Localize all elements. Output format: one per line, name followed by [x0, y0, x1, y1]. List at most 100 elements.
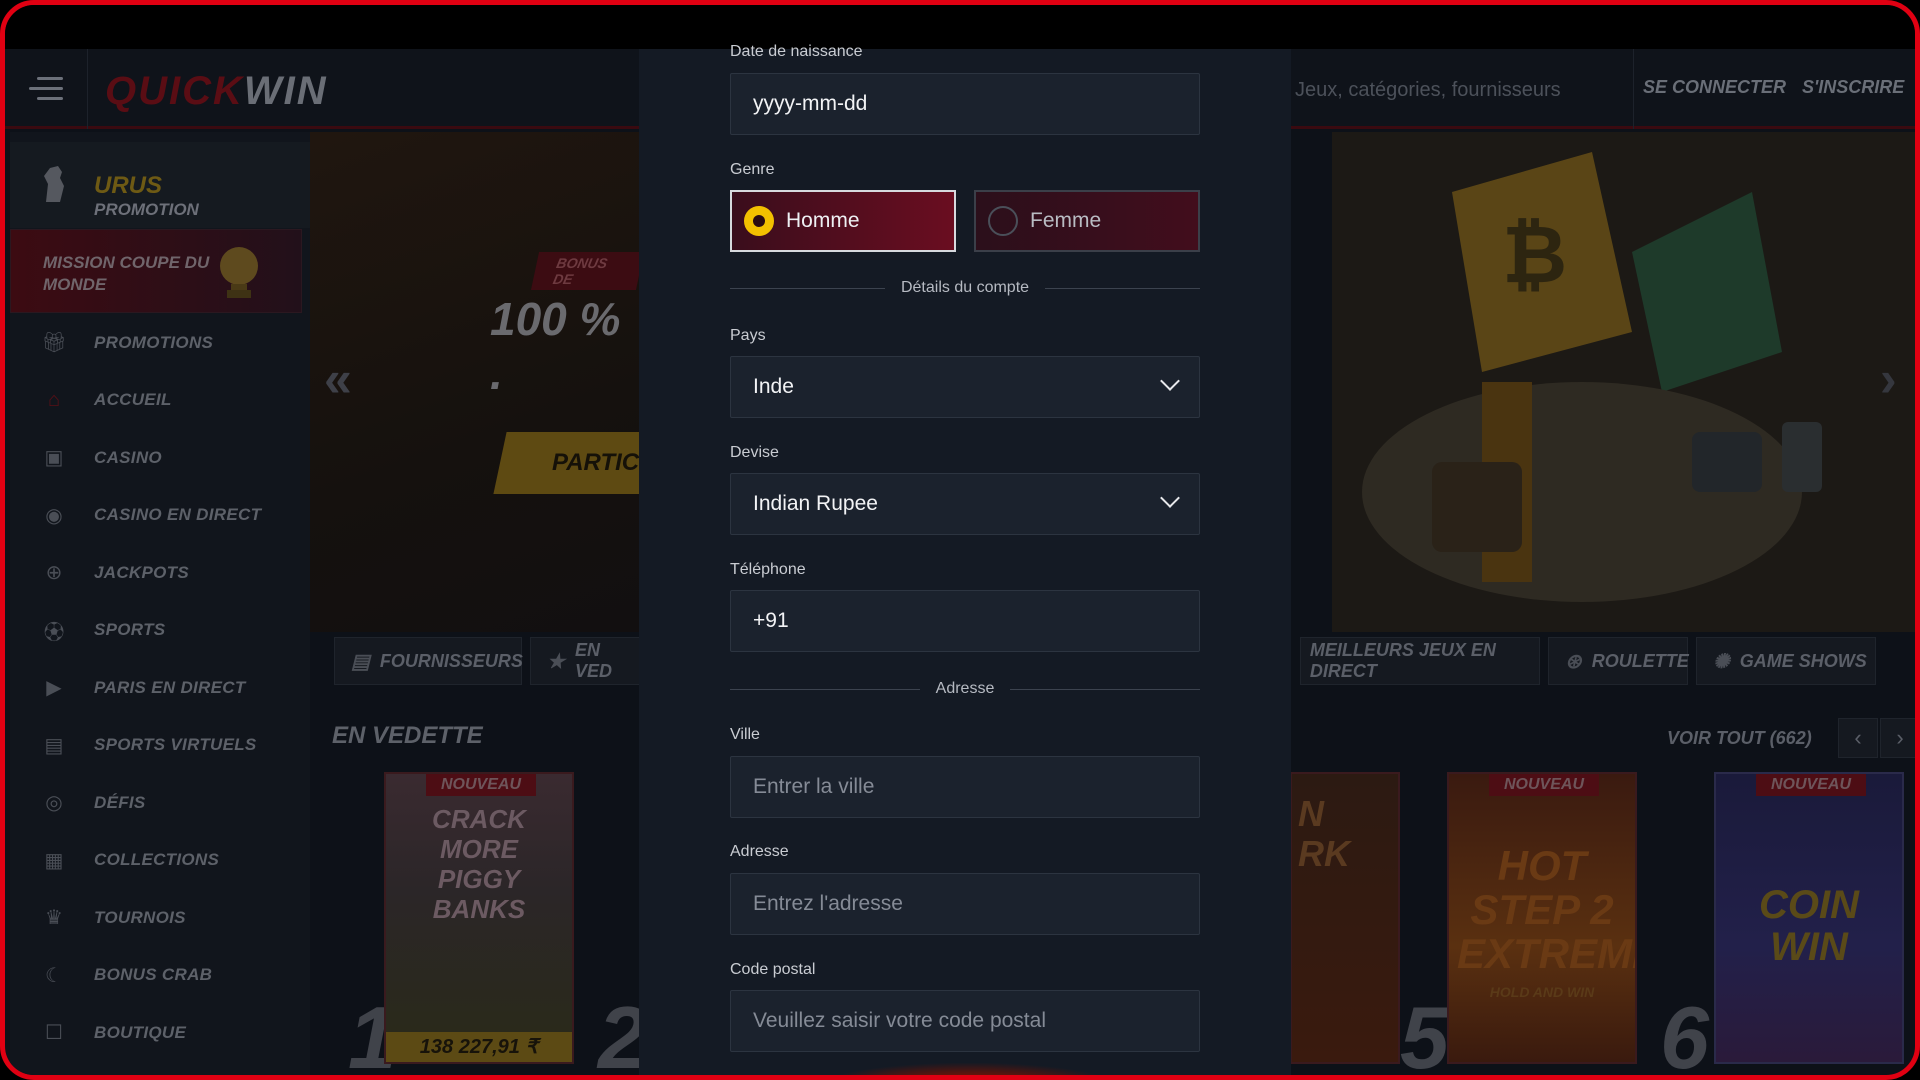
sidebar-item-label: SPORTS [94, 620, 166, 640]
trophy-ball-icon [220, 247, 258, 298]
header-divider [1633, 49, 1634, 129]
tab-fournisseurs[interactable]: ▤ FOURNISSEURS [334, 637, 523, 685]
star-icon: ★ [547, 650, 565, 673]
tab-roulette[interactable]: ⊛ ROULETTE [1548, 637, 1689, 685]
radio-selected-icon [744, 206, 774, 236]
new-badge: NOUVEAU [1489, 774, 1599, 796]
ball-icon: ⚽︎ [44, 621, 64, 644]
live-video-icon: ▶ [46, 677, 62, 700]
login-button[interactable]: SE CONNECTER [1643, 77, 1786, 98]
chevron-right-icon: › [1896, 725, 1904, 750]
home-icon: ⌂ [47, 388, 61, 411]
new-badge: NOUVEAU [1756, 774, 1866, 796]
sidebar-item-collections[interactable]: ▦ COLLECTIONS [10, 832, 310, 890]
sidebar-item-jackpots[interactable]: ⊕ JACKPOTS [10, 544, 310, 602]
game-card[interactable]: NOUVEAU CRACK MORE PIGGY BANKS 138 227,9… [384, 772, 574, 1064]
postal-code-field[interactable] [730, 990, 1200, 1052]
slot-machine-icon: ▣ [44, 447, 64, 470]
sidebar-item-defis[interactable]: ◎ DÉFIS [10, 774, 310, 832]
next-arrow-button[interactable]: › [1880, 718, 1915, 758]
promo-title: URUS [94, 172, 163, 199]
gender-option-label: Homme [786, 209, 860, 232]
signup-button[interactable]: S'INSCRIRE [1802, 77, 1904, 98]
sidebar: URUS PROMOTION MISSION COUPE DU MONDE 🎁︎… [10, 132, 310, 1075]
bottom-glow [809, 1063, 1129, 1075]
tab-label: GAME SHOWS [1739, 650, 1867, 671]
tab-en-vedette[interactable]: ★ EN VED [530, 637, 640, 685]
currency-select[interactable]: Indian Rupee [730, 473, 1200, 535]
sidebar-item-boutique[interactable]: ☐ BOUTIQUE [10, 1004, 310, 1062]
shop-bag-icon: ☐ [45, 1022, 63, 1045]
site-logo[interactable]: QUICKWIN [105, 69, 328, 114]
city-field[interactable] [730, 756, 1200, 818]
gift-icon: 🎁︎ [41, 332, 67, 355]
sidebar-item-casino[interactable]: ▣ CASINO [10, 429, 310, 487]
jackpot-icon: ⊕ [45, 562, 63, 585]
svg-text:₿: ₿ [1502, 210, 1567, 299]
participate-label: PARTIC [552, 449, 640, 476]
sidebar-item-sports-virtuels[interactable]: ▤ SPORTS VIRTUELS [10, 717, 310, 775]
tab-label: MEILLEURS JEUX EN DIRECT [1309, 640, 1496, 681]
currency-label: Devise [730, 444, 779, 461]
claw-icon: ☾ [45, 964, 63, 987]
sidebar-item-label: BOUTIQUE [94, 1022, 187, 1042]
game-title: HOT STEP 2 EXTREME [1457, 842, 1635, 977]
search-input[interactable] [1295, 73, 1615, 107]
prev-arrow-button[interactable]: ‹ [1838, 718, 1878, 758]
game-card[interactable]: N RK [1290, 772, 1400, 1064]
sidebar-item-label: JACKPOTS [94, 562, 189, 582]
sidebar-item-paris-en-direct[interactable]: ▶ PARIS EN DIRECT [10, 659, 310, 717]
trophy-icon: ♛ [45, 907, 63, 930]
dob-field[interactable] [730, 73, 1200, 135]
bonus-percent: 100 % . [490, 293, 621, 399]
see-all-link[interactable]: VOIR TOUT (662) [1667, 728, 1812, 749]
mission-card[interactable]: MISSION COUPE DU MONDE [10, 229, 302, 313]
sidebar-item-label: PROMOTIONS [94, 332, 214, 352]
section-divider: Détails du compte [730, 278, 1200, 298]
participate-button[interactable]: PARTIC [493, 432, 640, 494]
game-card[interactable]: NOUVEAU COIN WIN [1714, 772, 1904, 1064]
header-divider [87, 49, 88, 129]
dob-label: Date de naissance [730, 43, 863, 60]
tab-game-shows[interactable]: ✺ GAME SHOWS [1696, 637, 1876, 685]
section-label: Adresse [935, 680, 995, 697]
carousel-next-icon[interactable]: › [1880, 350, 1897, 408]
sidebar-item-sports[interactable]: ⚽︎ SPORTS [10, 602, 310, 660]
sidebar-item-label: SPORTS VIRTUELS [94, 735, 257, 755]
gender-option-homme[interactable]: Homme [730, 190, 956, 252]
sidebar-item-tournois[interactable]: ♛ TOURNOIS [10, 889, 310, 947]
sidebar-item-bonus-crab[interactable]: ☾ BONUS CRAB [10, 947, 310, 1005]
phone-field[interactable] [730, 590, 1200, 652]
address-field[interactable] [730, 873, 1200, 935]
address-label: Adresse [730, 843, 789, 860]
sidebar-item-label: ACCUEIL [94, 390, 172, 410]
roulette-icon: ⊛ [1565, 650, 1582, 673]
sidebar-item-accueil[interactable]: ⌂ ACCUEIL [10, 372, 310, 430]
jackpot-amount: 138 227,91 ₹ [386, 1032, 572, 1062]
game-subtitle: HOLD AND WIN [1489, 984, 1595, 1000]
phone-label: Téléphone [730, 561, 806, 578]
section-divider: Adresse [730, 679, 1201, 699]
tab-meilleurs-jeux-en-direct[interactable]: MEILLEURS JEUX EN DIRECT [1300, 637, 1540, 685]
sidebar-item-promotions[interactable]: 🎁︎ PROMOTIONS [10, 314, 310, 372]
virtual-sports-icon: ▤ [44, 734, 64, 757]
sidebar-item-casino-en-direct[interactable]: ◉ CASINO EN DIRECT [10, 487, 310, 545]
hero-banner-right[interactable]: ₿ [1332, 132, 1915, 632]
gender-option-femme[interactable]: Femme [974, 190, 1200, 252]
carousel-prev-icon[interactable]: « [324, 350, 352, 408]
urus-promo-card[interactable]: URUS PROMOTION [10, 142, 310, 228]
registration-modal: Date de naissance Genre Homme Femme Déta… [639, 43, 1291, 1075]
chevron-left-icon: ‹ [1854, 725, 1862, 750]
sidebar-item-label: CASINO [94, 447, 162, 467]
country-select[interactable]: Inde [730, 356, 1200, 418]
book-icon: ▤ [351, 650, 370, 673]
app-frame: QUICKWIN SE CONNECTER S'INSCRIRE URUS PR… [0, 0, 1920, 1080]
tab-label: EN VED [574, 640, 612, 681]
menu-toggle-icon[interactable] [29, 77, 63, 103]
hero-banner-left[interactable]: BONUS DE 100 % . PARTIC « [310, 132, 640, 632]
tab-label: FOURNISSEURS [379, 650, 523, 671]
top-bar [5, 5, 1915, 49]
sidebar-item-label: CASINO EN DIRECT [94, 505, 262, 525]
game-card[interactable]: NOUVEAU HOT STEP 2 EXTREME HOLD AND WIN [1447, 772, 1637, 1064]
rank-number: 5 [1400, 988, 1449, 1080]
